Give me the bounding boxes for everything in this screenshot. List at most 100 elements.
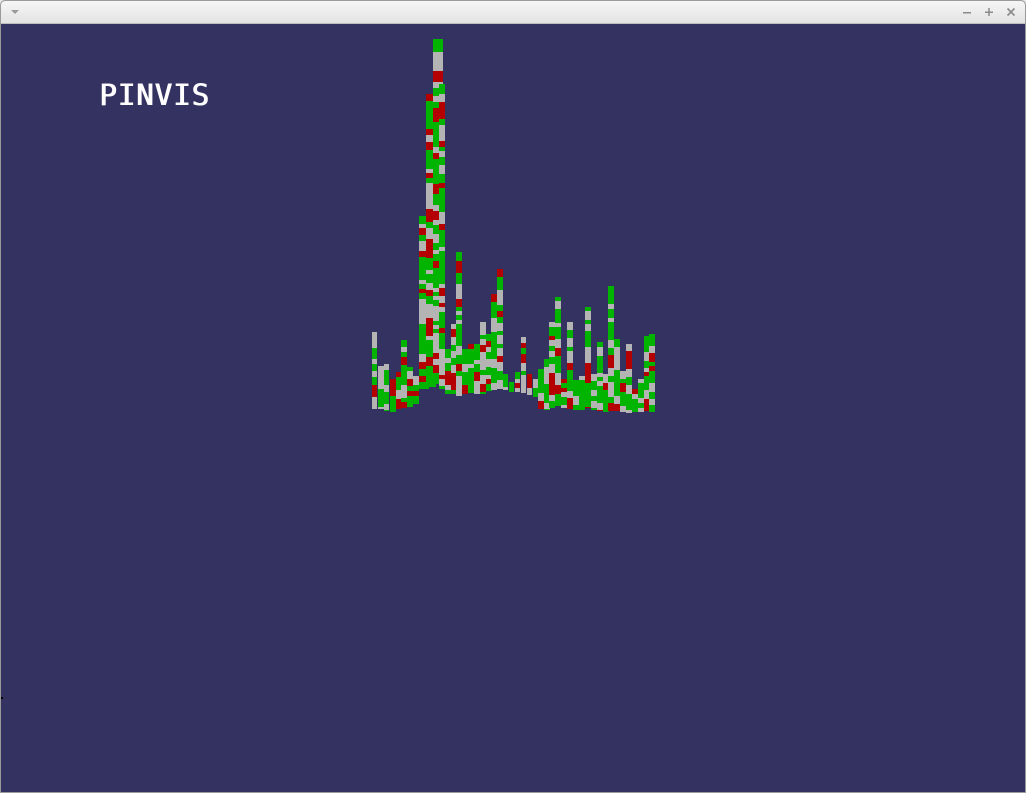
histogram-column: [474, 344, 480, 394]
column-segment: [538, 393, 544, 401]
column-segment: [439, 125, 445, 129]
column-segment: [407, 371, 413, 379]
column-segment: [378, 400, 384, 407]
column-segment: [456, 288, 462, 293]
column-segment: [555, 380, 561, 385]
column-segment: [585, 311, 591, 320]
column-segment: [468, 357, 474, 364]
column-segment: [555, 323, 561, 327]
histogram-column: [649, 334, 655, 412]
column-segment: [433, 45, 443, 52]
histogram-column: [538, 369, 544, 409]
column-segment: [474, 360, 480, 364]
column-segment: [491, 327, 497, 332]
column-segment: [372, 406, 377, 409]
column-segment: [439, 224, 445, 230]
column-segment: [608, 336, 614, 340]
column-segment: [439, 251, 445, 258]
column-segment: [632, 394, 638, 399]
column-segment: [456, 311, 462, 315]
column-segment: [384, 370, 389, 374]
column-segment: [533, 379, 538, 388]
column-segment: [638, 392, 644, 398]
column-segment: [491, 376, 497, 383]
column-segment: [378, 381, 384, 389]
column-segment: [567, 322, 573, 330]
histogram-column: [372, 332, 377, 409]
column-segment: [462, 364, 468, 372]
column-segment: [439, 258, 445, 263]
column-segment: [620, 371, 626, 375]
column-segment: [439, 312, 445, 316]
column-segment: [456, 360, 462, 364]
column-segment: [468, 380, 474, 388]
column-segment: [555, 314, 561, 319]
column-segment: [372, 385, 377, 392]
column-segment: [614, 339, 620, 347]
column-segment: [567, 391, 573, 398]
column-segment: [497, 371, 503, 375]
column-segment: [620, 392, 626, 399]
column-segment: [491, 294, 497, 302]
column-segment: [579, 402, 585, 408]
column-segment: [638, 398, 644, 403]
column-segment: [608, 330, 614, 336]
column-segment: [407, 367, 413, 371]
column-segment: [456, 384, 462, 390]
column-segment: [533, 388, 538, 394]
column-segment: [456, 299, 462, 307]
column-segment: [549, 395, 555, 401]
column-segment: [439, 88, 445, 94]
column-segment: [649, 405, 655, 410]
maximize-button[interactable]: [981, 4, 997, 20]
app-title: PINVIS: [99, 78, 210, 112]
column-segment: [401, 398, 407, 402]
column-segment: [608, 388, 614, 397]
column-segment: [585, 383, 591, 392]
title-bar[interactable]: [1, 1, 1025, 24]
column-segment: [468, 349, 474, 357]
column-segment: [538, 401, 544, 405]
column-segment: [626, 344, 632, 351]
column-segment: [626, 403, 632, 410]
histogram-column: [390, 379, 396, 412]
column-segment: [491, 307, 497, 311]
column-segment: [497, 323, 503, 331]
histogram-column: [632, 389, 638, 412]
column-segment: [401, 352, 407, 357]
column-segment: [527, 378, 532, 383]
column-segment: [649, 353, 655, 362]
histogram-column: [407, 367, 413, 407]
histogram-visualization[interactable]: [1, 24, 1025, 792]
column-segment: [555, 297, 561, 301]
column-segment: [626, 377, 632, 381]
histogram-column: [456, 252, 462, 396]
column-segment: [538, 382, 544, 389]
column-segment: [608, 304, 614, 309]
column-segment: [372, 332, 377, 338]
column-segment: [407, 386, 413, 391]
column-segment: [474, 377, 480, 381]
column-segment: [497, 380, 503, 387]
window-menu-button[interactable]: [9, 7, 21, 17]
column-segment: [561, 383, 567, 388]
column-segment: [456, 355, 462, 360]
column-segment: [597, 342, 603, 347]
render-canvas[interactable]: PINVIS: [1, 24, 1025, 792]
close-button[interactable]: [1003, 4, 1019, 20]
column-segment: [549, 327, 555, 336]
column-segment: [378, 407, 384, 409]
column-segment: [509, 382, 514, 387]
column-segment: [591, 396, 597, 401]
column-segment: [384, 364, 389, 370]
column-segment: [579, 380, 585, 385]
minimize-button[interactable]: [959, 4, 975, 20]
column-segment: [597, 381, 603, 386]
column-segment: [456, 324, 462, 333]
histogram-column: [638, 379, 644, 412]
column-segment: [407, 391, 413, 396]
column-segment: [372, 397, 377, 406]
column-segment: [390, 408, 396, 412]
column-segment: [620, 375, 626, 379]
column-segment: [401, 374, 407, 381]
